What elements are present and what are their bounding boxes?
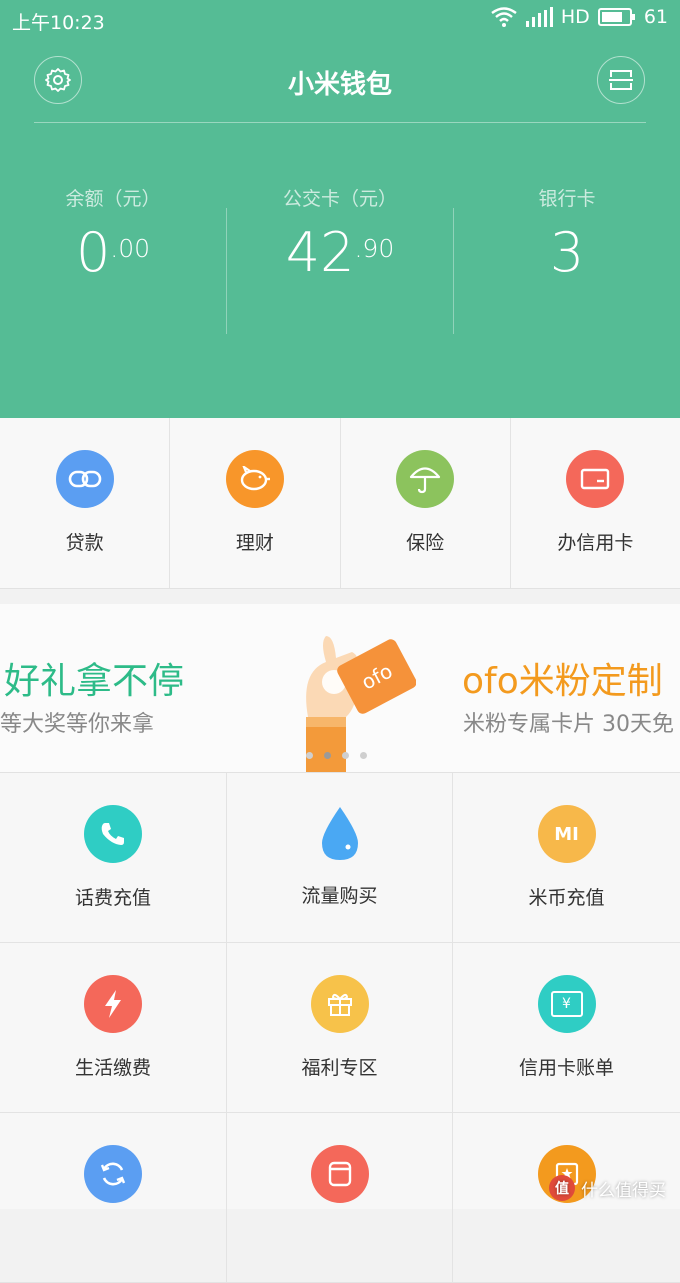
carousel-dot[interactable] — [360, 752, 367, 759]
balance-stat[interactable]: 余额（元） 0.00 — [0, 180, 226, 335]
watermark-logo-icon: 值 — [549, 1175, 575, 1201]
droplet-icon — [321, 807, 358, 860]
wallet-header: 上午10:23 HD 61 小米钱包 余额（元） 0.00 公交卡（元） 42.… — [0, 0, 680, 418]
services-grid: 话费充值 流量购买 MI 米币充值 生活缴费 福利专区 ¥ 信用卡账单 — [0, 773, 680, 1283]
quick-action-label: 办信用卡 — [557, 532, 634, 554]
card-icon — [566, 450, 625, 508]
service-label: 生活缴费 — [74, 1057, 151, 1079]
page-title: 小米钱包 — [287, 70, 392, 100]
watermark: 值 什么值得买 — [549, 1175, 666, 1201]
carousel-dot[interactable] — [306, 752, 313, 759]
quick-action-credit-card[interactable]: 办信用卡 — [511, 418, 680, 588]
ofo-card-hand-illustration: ofo — [306, 636, 416, 772]
bill-icon: ¥ — [537, 975, 596, 1033]
network-type: HD — [560, 6, 590, 28]
cylinder-icon — [310, 1145, 369, 1203]
service-label: 信用卡账单 — [518, 1057, 614, 1079]
transit-card-stat[interactable]: 公交卡（元） 42.90 — [227, 180, 453, 335]
link-icon — [55, 450, 114, 508]
quick-action-insurance[interactable]: 保险 — [341, 418, 511, 588]
banner-left-title: 好礼拿不停 — [4, 661, 185, 702]
banner-left-subtitle: 等大奖等你来拿 — [0, 712, 155, 737]
quick-action-loan[interactable]: 贷款 — [0, 418, 171, 588]
balance-value: 0.00 — [75, 221, 151, 284]
bank-card-stat[interactable]: 银行卡 3 — [454, 180, 680, 335]
quick-action-label: 保险 — [406, 532, 445, 554]
battery-level: 61 — [643, 6, 668, 28]
banner-right-title: ofo米粉定制 — [462, 661, 663, 702]
promo-banner-carousel[interactable]: 好礼拿不停 等大奖等你来拿 ofo ofo米粉定制 米粉专属卡片 30天免 — [0, 604, 680, 773]
transit-card-label: 公交卡（元） — [282, 188, 397, 210]
transit-card-value: 42.90 — [285, 221, 395, 284]
lightning-icon — [84, 975, 142, 1033]
watermark-text: 什么值得买 — [581, 1180, 666, 1201]
quick-action-label: 贷款 — [65, 532, 104, 554]
quick-action-wealth[interactable]: 理财 — [170, 418, 341, 588]
gift-icon — [310, 975, 369, 1033]
umbrella-icon — [396, 450, 455, 508]
service-data-purchase[interactable]: 流量购买 — [227, 773, 453, 943]
signal-icon — [525, 7, 553, 27]
status-time: 上午10:23 — [12, 12, 105, 34]
wifi-icon — [491, 7, 517, 27]
scan-button[interactable] — [597, 56, 645, 104]
service-refresh[interactable] — [0, 1113, 227, 1283]
mi-coin-icon: MI — [537, 805, 596, 863]
header-divider — [34, 122, 646, 123]
status-bar: 上午10:23 HD 61 — [0, 0, 680, 40]
service-mi-coin-recharge[interactable]: MI 米币充值 — [453, 773, 680, 943]
service-label: 流量购买 — [301, 885, 378, 907]
service-storage[interactable] — [227, 1113, 453, 1283]
quick-actions-row: 贷款 理财 保险 办信用卡 — [0, 418, 680, 589]
service-credit-card-bill[interactable]: ¥ 信用卡账单 — [453, 943, 680, 1113]
service-label: 福利专区 — [301, 1057, 378, 1079]
carousel-dot-active[interactable] — [324, 752, 331, 759]
quick-action-label: 理财 — [235, 532, 274, 554]
phone-icon — [84, 805, 142, 863]
balance-label: 余额（元） — [65, 188, 161, 210]
banner-right-subtitle: 米粉专属卡片 30天免 — [463, 712, 674, 737]
service-label: 米币充值 — [528, 887, 605, 909]
refresh-icon — [84, 1145, 142, 1203]
status-icons: HD 61 — [491, 6, 668, 28]
piggy-bank-icon — [225, 450, 284, 508]
scan-icon — [609, 70, 633, 90]
carousel-dot[interactable] — [342, 752, 349, 759]
bank-card-label: 银行卡 — [538, 188, 596, 210]
service-utilities[interactable]: 生活缴费 — [0, 943, 227, 1113]
service-label: 话费充值 — [74, 887, 151, 909]
service-benefits[interactable]: 福利专区 — [227, 943, 453, 1113]
service-phone-recharge[interactable]: 话费充值 — [0, 773, 227, 943]
battery-icon — [597, 8, 635, 26]
bank-card-value: 3 — [549, 221, 585, 284]
carousel-indicator — [306, 752, 367, 759]
